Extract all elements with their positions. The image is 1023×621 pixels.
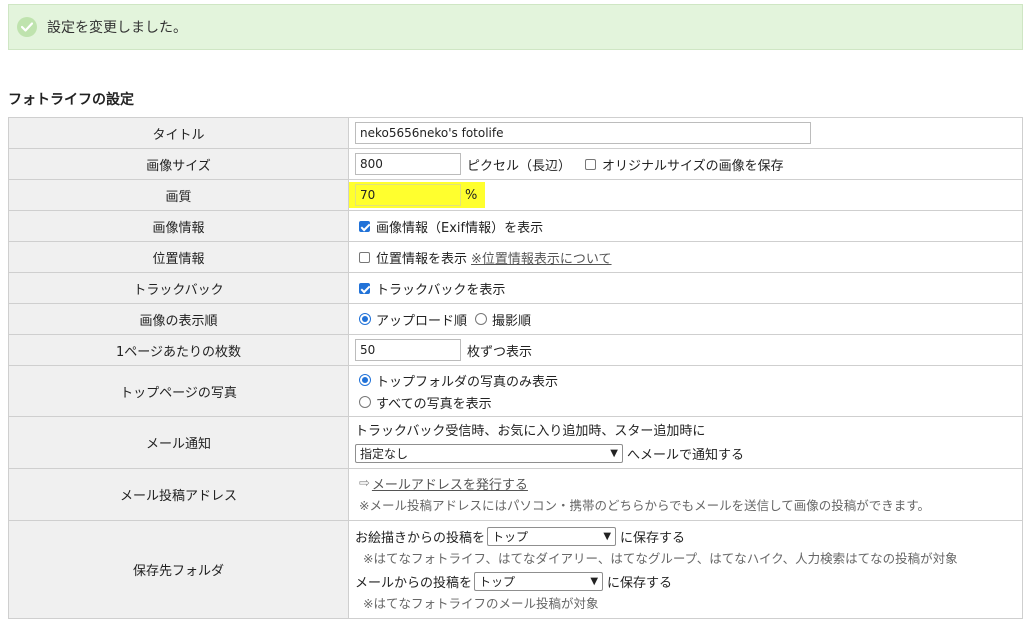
- drawing-post-note: ※はてなフォトライフ、はてなダイアリー、はてなグループ、はてなハイク、人力検索は…: [363, 550, 958, 566]
- row-save-folder: 保存先フォルダ お絵描きからの投稿を トップ ▼ に保存する ※はてなフォトライ…: [8, 520, 1023, 619]
- row-location: 位置情報 位置情報を表示 ※位置情報表示について: [8, 241, 1023, 273]
- per-page-input[interactable]: [355, 339, 461, 361]
- mail-post-folder-note: ※はてなフォトライフのメール投稿が対象: [363, 595, 599, 611]
- per-page-unit: 枚ずつ表示: [467, 344, 533, 360]
- drawing-post-suffix: に保存する: [620, 530, 686, 546]
- quality-input[interactable]: [355, 184, 461, 206]
- image-info-checkbox[interactable]: [359, 220, 370, 232]
- order-upload-label: アップロード順: [376, 313, 468, 329]
- section-title: フォトライフの設定: [8, 92, 134, 108]
- label-order: 画像の表示順: [8, 303, 349, 335]
- row-top-photo: トップページの写真 トップフォルダの写真のみ表示 すべての写真を表示: [8, 365, 1023, 417]
- mail-folder-select[interactable]: トップ ▼: [474, 571, 604, 591]
- mail-post-folder-prefix: メールからの投稿を: [355, 575, 473, 591]
- mail-post-folder-suffix: に保存する: [607, 575, 673, 591]
- mail-folder-select-value: トップ: [479, 574, 516, 589]
- row-image-info: 画像情報 画像情報（Exif情報）を表示: [8, 210, 1023, 242]
- arrow-right-icon: ⇨: [359, 476, 370, 491]
- notice-text: 設定を変更しました。: [47, 20, 187, 36]
- trackback-label: トラックバックを表示: [376, 282, 506, 298]
- drawing-post-prefix: お絵描きからの投稿を: [355, 530, 486, 546]
- original-size-checkbox[interactable]: [585, 158, 597, 170]
- chevron-down-icon: ▼: [590, 575, 599, 587]
- settings-table: タイトル 画像サイズ ピクセル（長辺） オリジナルサイズの画像を保存 画質 % …: [8, 117, 1023, 619]
- location-help-link[interactable]: ※位置情報表示について: [471, 248, 612, 267]
- trackback-checkbox[interactable]: [359, 282, 370, 294]
- top-folder-only-radio[interactable]: [359, 374, 371, 386]
- label-title: タイトル: [8, 117, 349, 149]
- mail-notify-description: トラックバック受信時、お気に入り追加時、スター追加時に: [355, 423, 706, 439]
- mail-notify-select-value: 指定なし: [360, 447, 409, 461]
- image-info-label: 画像情報（Exif情報）を表示: [376, 220, 544, 236]
- row-quality: 画質 %: [8, 179, 1023, 211]
- title-input[interactable]: [355, 122, 811, 144]
- label-location: 位置情報: [8, 241, 349, 273]
- row-per-page: 1ページあたりの枚数 枚ずつ表示: [8, 334, 1023, 366]
- success-notice: 設定を変更しました。: [8, 4, 1023, 50]
- mail-notify-select[interactable]: 指定なし ▼: [355, 444, 623, 463]
- drawing-folder-select[interactable]: トップ ▼: [487, 526, 617, 546]
- original-size-label: オリジナルサイズの画像を保存: [602, 158, 784, 174]
- chevron-down-icon: ▼: [603, 530, 612, 542]
- image-size-unit: ピクセル（長辺）: [467, 158, 572, 174]
- row-image-size: 画像サイズ ピクセル（長辺） オリジナルサイズの画像を保存: [8, 148, 1023, 180]
- quality-unit: %: [465, 187, 478, 203]
- label-per-page: 1ページあたりの枚数: [8, 334, 349, 366]
- image-size-input[interactable]: [355, 153, 461, 175]
- chevron-down-icon: ▼: [610, 448, 618, 459]
- label-quality: 画質: [8, 179, 349, 211]
- row-title: タイトル: [8, 117, 1023, 149]
- top-folder-only-label: トップフォルダの写真のみ表示: [376, 374, 559, 390]
- issue-mail-address-link[interactable]: メールアドレスを発行する: [372, 474, 528, 493]
- location-label: 位置情報を表示: [376, 251, 468, 267]
- label-mail-notify: メール通知: [8, 416, 349, 469]
- label-save-folder: 保存先フォルダ: [8, 520, 349, 619]
- mail-notify-suffix: へメールで通知する: [627, 448, 745, 463]
- row-order: 画像の表示順 アップロード順 撮影順: [8, 303, 1023, 335]
- location-checkbox[interactable]: [359, 251, 370, 263]
- label-trackback: トラックバック: [8, 272, 349, 304]
- row-mail-post: メール投稿アドレス ⇨ メールアドレスを発行する ※メール投稿アドレスにはパソコ…: [8, 468, 1023, 521]
- order-upload-radio[interactable]: [359, 313, 371, 325]
- check-icon: [17, 17, 37, 37]
- label-image-size: 画像サイズ: [8, 148, 349, 180]
- order-shot-radio[interactable]: [475, 313, 488, 325]
- row-trackback: トラックバック トラックバックを表示: [8, 272, 1023, 304]
- label-mail-post: メール投稿アドレス: [8, 468, 349, 521]
- all-photos-label: すべての写真を表示: [376, 396, 492, 412]
- row-mail-notify: メール通知 トラックバック受信時、お気に入り追加時、スター追加時に 指定なし ▼…: [8, 416, 1023, 469]
- all-photos-radio[interactable]: [359, 396, 371, 408]
- order-shot-label: 撮影順: [492, 313, 532, 329]
- mail-post-note: ※メール投稿アドレスにはパソコン・携帯のどちらからでもメールを送信して画像の投稿…: [359, 497, 930, 513]
- label-top-photo: トップページの写真: [8, 365, 349, 417]
- drawing-folder-select-value: トップ: [492, 529, 529, 544]
- label-image-info: 画像情報: [8, 210, 349, 242]
